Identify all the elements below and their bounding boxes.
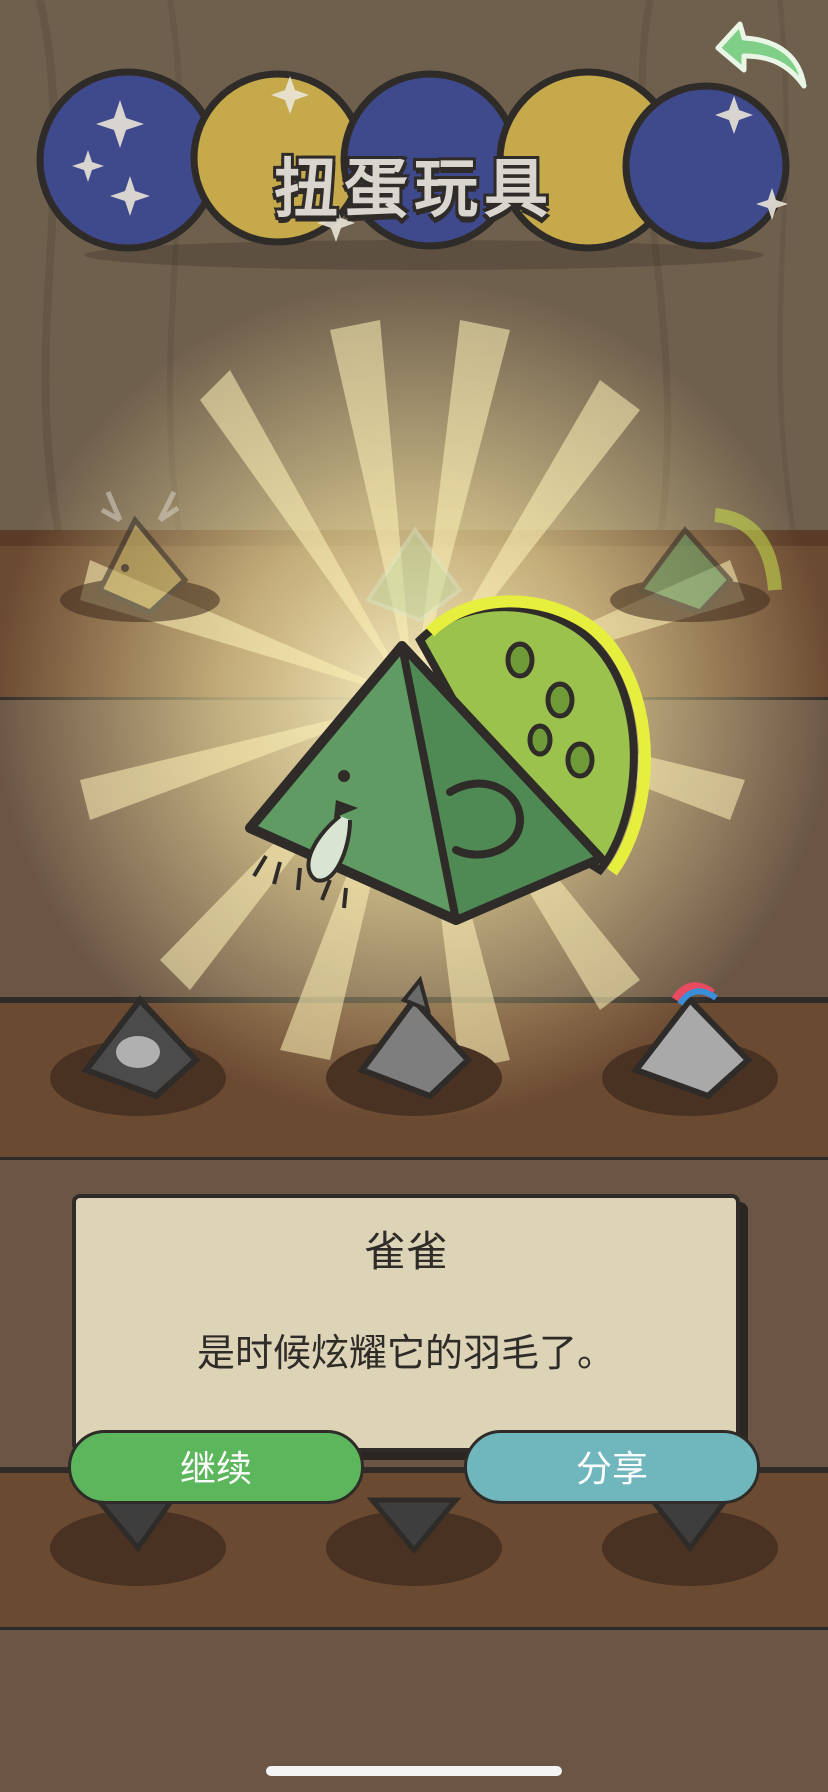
peacock-pyramid-icon <box>245 595 651 925</box>
featured-toy <box>245 595 651 925</box>
reveal-dialog: 雀雀 是时候炫耀它的羽毛了。 <box>72 1194 740 1452</box>
toy-description: 是时候炫耀它的羽毛了。 <box>196 1331 615 1375</box>
toy-name: 雀雀 <box>363 1227 448 1276</box>
share-button[interactable]: 分享 <box>464 1430 760 1504</box>
home-indicator[interactable] <box>266 1766 562 1776</box>
continue-button[interactable]: 继续 <box>68 1430 364 1504</box>
